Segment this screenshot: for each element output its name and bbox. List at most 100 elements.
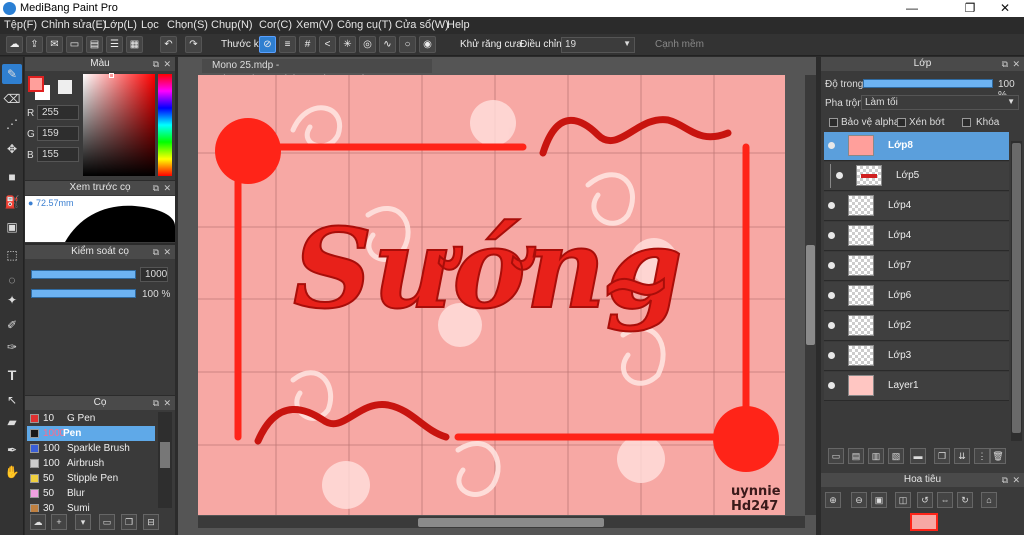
cloud-icon[interactable]: ☁ bbox=[6, 36, 23, 53]
layer-row[interactable]: Lớp2 bbox=[824, 312, 1009, 341]
move-tool-icon[interactable]: ✥ bbox=[2, 139, 22, 159]
close-icon[interactable]: ✕ bbox=[163, 245, 171, 259]
minimize-button[interactable]: — bbox=[889, 0, 935, 17]
menu-color[interactable]: Cor(C) bbox=[259, 19, 292, 31]
circle-ruler-icon[interactable]: ○ bbox=[399, 36, 416, 53]
brush-opacity-slider[interactable] bbox=[31, 289, 136, 298]
reset-view-icon[interactable]: ⌂ bbox=[981, 492, 997, 508]
protect-alpha-checkbox[interactable] bbox=[829, 118, 838, 127]
menu-select[interactable]: Chọn(S) bbox=[167, 19, 208, 31]
brush-size-input[interactable]: 1000 bbox=[140, 267, 168, 282]
menu-window[interactable]: Cửa sổ(W) bbox=[395, 19, 449, 31]
popout-icon[interactable]: ⧉ bbox=[153, 245, 159, 259]
vertical-scrollbar-thumb[interactable] bbox=[806, 245, 815, 345]
dot-tool-icon[interactable]: ⋰ bbox=[2, 114, 22, 134]
menu-file[interactable]: Tệp(F) bbox=[4, 19, 37, 31]
new-file-icon[interactable]: ▭ bbox=[66, 36, 83, 53]
folder-icon[interactable]: ▭ bbox=[99, 514, 115, 530]
popout-icon[interactable]: ⧉ bbox=[153, 396, 159, 410]
curve-ruler-icon[interactable]: ∿ bbox=[379, 36, 396, 53]
brush-menu-icon[interactable]: ▾ bbox=[75, 514, 91, 530]
document-icon[interactable]: ▤ bbox=[86, 36, 103, 53]
visibility-icon[interactable] bbox=[828, 262, 835, 269]
eyedropper-icon[interactable]: ✒ bbox=[2, 440, 22, 460]
rotate-left-icon[interactable]: ↺ bbox=[917, 492, 933, 508]
add-brush-icon[interactable]: + bbox=[51, 514, 67, 530]
close-icon[interactable]: ✕ bbox=[163, 57, 171, 71]
lasso-tool-icon[interactable]: ◌ bbox=[2, 270, 22, 290]
menu-tools[interactable]: Công cụ(T) bbox=[337, 19, 392, 31]
foreground-color-swatch[interactable] bbox=[28, 76, 44, 92]
transparent-swatch[interactable] bbox=[58, 80, 72, 94]
menu-layer[interactable]: Lớp(L) bbox=[104, 19, 137, 31]
visibility-icon[interactable] bbox=[836, 172, 843, 179]
concentric-ruler-icon[interactable]: ◎ bbox=[359, 36, 376, 53]
popout-icon[interactable]: ⧉ bbox=[1002, 57, 1008, 71]
g-value-input[interactable]: 159 bbox=[37, 126, 79, 141]
b-value-input[interactable]: 155 bbox=[37, 147, 79, 162]
operation-tool-icon[interactable]: ↖ bbox=[2, 390, 22, 410]
close-button[interactable]: ✕ bbox=[982, 0, 1024, 17]
visibility-icon[interactable] bbox=[828, 322, 835, 329]
saturation-value-picker[interactable] bbox=[83, 74, 155, 176]
duplicate-layer-icon[interactable]: ❐ bbox=[934, 448, 950, 464]
delete-brush-icon[interactable]: ⊟ bbox=[143, 514, 159, 530]
list-icon[interactable]: ☰ bbox=[106, 36, 123, 53]
visibility-icon[interactable] bbox=[828, 142, 835, 149]
divide-tool-icon[interactable]: ▰ bbox=[2, 412, 22, 432]
hand-tool-icon[interactable]: ✋ bbox=[2, 462, 22, 482]
eraser-tool-icon[interactable]: ⌫ bbox=[2, 89, 22, 109]
close-icon[interactable]: ✕ bbox=[1012, 473, 1020, 487]
close-icon[interactable]: ✕ bbox=[163, 396, 171, 410]
grid-ruler-icon[interactable]: # bbox=[299, 36, 316, 53]
document-tab[interactable]: Mono 25.mdp - C:/Users/A.TAM/Pictures/Sc… bbox=[202, 59, 432, 85]
brush-item[interactable]: 10 G Pen bbox=[27, 411, 155, 426]
layer-row[interactable]: Lớp6 bbox=[824, 282, 1009, 311]
undo-icon[interactable]: ↶ bbox=[160, 36, 177, 53]
visibility-icon[interactable] bbox=[828, 352, 835, 359]
layer-scrollbar-thumb[interactable] bbox=[1012, 143, 1021, 433]
brush-item[interactable]: 100 Airbrush bbox=[27, 456, 155, 471]
brush-item[interactable]: 100 Sparkle Brush bbox=[27, 441, 155, 456]
layer-row[interactable]: Lớp7 bbox=[824, 252, 1009, 281]
artwork-canvas[interactable]: Sướng ~ uynnie Hd247 bbox=[198, 75, 785, 515]
actual-size-icon[interactable]: ◫ bbox=[895, 492, 911, 508]
merge-down-icon[interactable]: ⇊ bbox=[954, 448, 970, 464]
correction-select[interactable]: 19 ▼ bbox=[561, 37, 635, 53]
layer-row[interactable]: Lớp3 bbox=[824, 342, 1009, 371]
radial-ruler-icon[interactable]: ✳ bbox=[339, 36, 356, 53]
brush-item[interactable]: 1000 Pen bbox=[27, 426, 155, 441]
ruler-off-icon[interactable]: ⊘ bbox=[259, 36, 276, 53]
navigator-thumbnail[interactable] bbox=[910, 513, 938, 531]
comment-icon[interactable]: ✉ bbox=[46, 36, 63, 53]
grid-icon[interactable]: ▦ bbox=[126, 36, 143, 53]
text-tool-icon[interactable]: T bbox=[2, 365, 22, 385]
layer-row[interactable]: Lớp5 bbox=[824, 162, 1009, 191]
shape-tool-icon[interactable]: ■ bbox=[2, 167, 22, 187]
new-layer-icon[interactable]: ▭ bbox=[828, 448, 844, 464]
close-icon[interactable]: ✕ bbox=[1012, 57, 1020, 71]
visibility-icon[interactable] bbox=[828, 232, 835, 239]
zoom-out-icon[interactable]: ⊖ bbox=[851, 492, 867, 508]
layer-opacity-slider[interactable] bbox=[863, 79, 993, 88]
menu-view[interactable]: Xem(V) bbox=[296, 19, 333, 31]
popout-icon[interactable]: ⧉ bbox=[1002, 473, 1008, 487]
vertical-scrollbar[interactable] bbox=[805, 75, 816, 515]
popout-icon[interactable]: ⧉ bbox=[153, 181, 159, 195]
horizontal-scrollbar[interactable] bbox=[198, 516, 805, 528]
fit-screen-icon[interactable]: ▣ bbox=[871, 492, 887, 508]
duplicate-icon[interactable]: ❐ bbox=[121, 514, 137, 530]
gradient-tool-icon[interactable]: ▣ bbox=[2, 217, 22, 237]
layer-row[interactable]: Lớp8 bbox=[824, 132, 1009, 161]
blend-mode-select[interactable]: Làm tối ▼ bbox=[861, 95, 1019, 110]
layer-row[interactable]: Lớp4 bbox=[824, 222, 1009, 251]
zoom-in-icon[interactable]: ⊕ bbox=[825, 492, 841, 508]
select-tool-icon[interactable]: ⬚ bbox=[2, 245, 22, 265]
brush-size-slider[interactable] bbox=[31, 270, 136, 279]
redo-icon[interactable]: ↷ bbox=[185, 36, 202, 53]
new-1bit-layer-icon[interactable]: ▧ bbox=[888, 448, 904, 464]
layer-list-scrollbar[interactable] bbox=[1011, 141, 1022, 441]
upload-icon[interactable]: ⇪ bbox=[26, 36, 43, 53]
hue-slider[interactable] bbox=[158, 74, 172, 176]
select-pen-icon[interactable]: ✐ bbox=[2, 315, 22, 335]
